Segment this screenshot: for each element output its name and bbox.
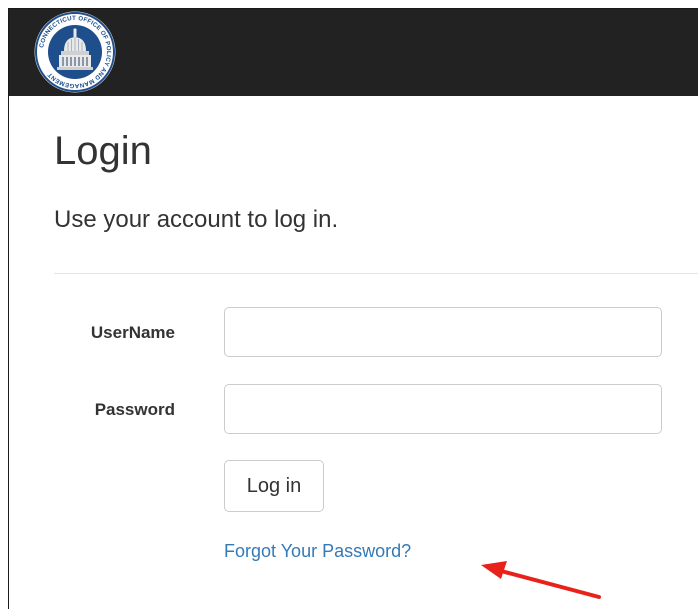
browser-frame: CONNECTICUT OFFICE OF POLICY AND MANAGEM…	[8, 8, 698, 609]
password-label: Password	[94, 400, 175, 419]
red-arrow-icon	[481, 561, 601, 599]
login-button[interactable]: Log in	[224, 460, 324, 512]
forgot-password-link[interactable]: Forgot Your Password?	[224, 541, 411, 562]
password-input[interactable]	[224, 384, 662, 434]
page-subtitle: Use your account to log in.	[54, 206, 339, 233]
connecticut-opm-seal-icon[interactable]: CONNECTICUT OFFICE OF POLICY AND MANAGEM…	[31, 11, 119, 93]
page-title: Login	[54, 129, 152, 173]
username-label: UserName	[90, 323, 175, 342]
divider	[54, 273, 698, 274]
navbar: CONNECTICUT OFFICE OF POLICY AND MANAGEM…	[9, 9, 698, 96]
username-input[interactable]	[224, 307, 662, 357]
